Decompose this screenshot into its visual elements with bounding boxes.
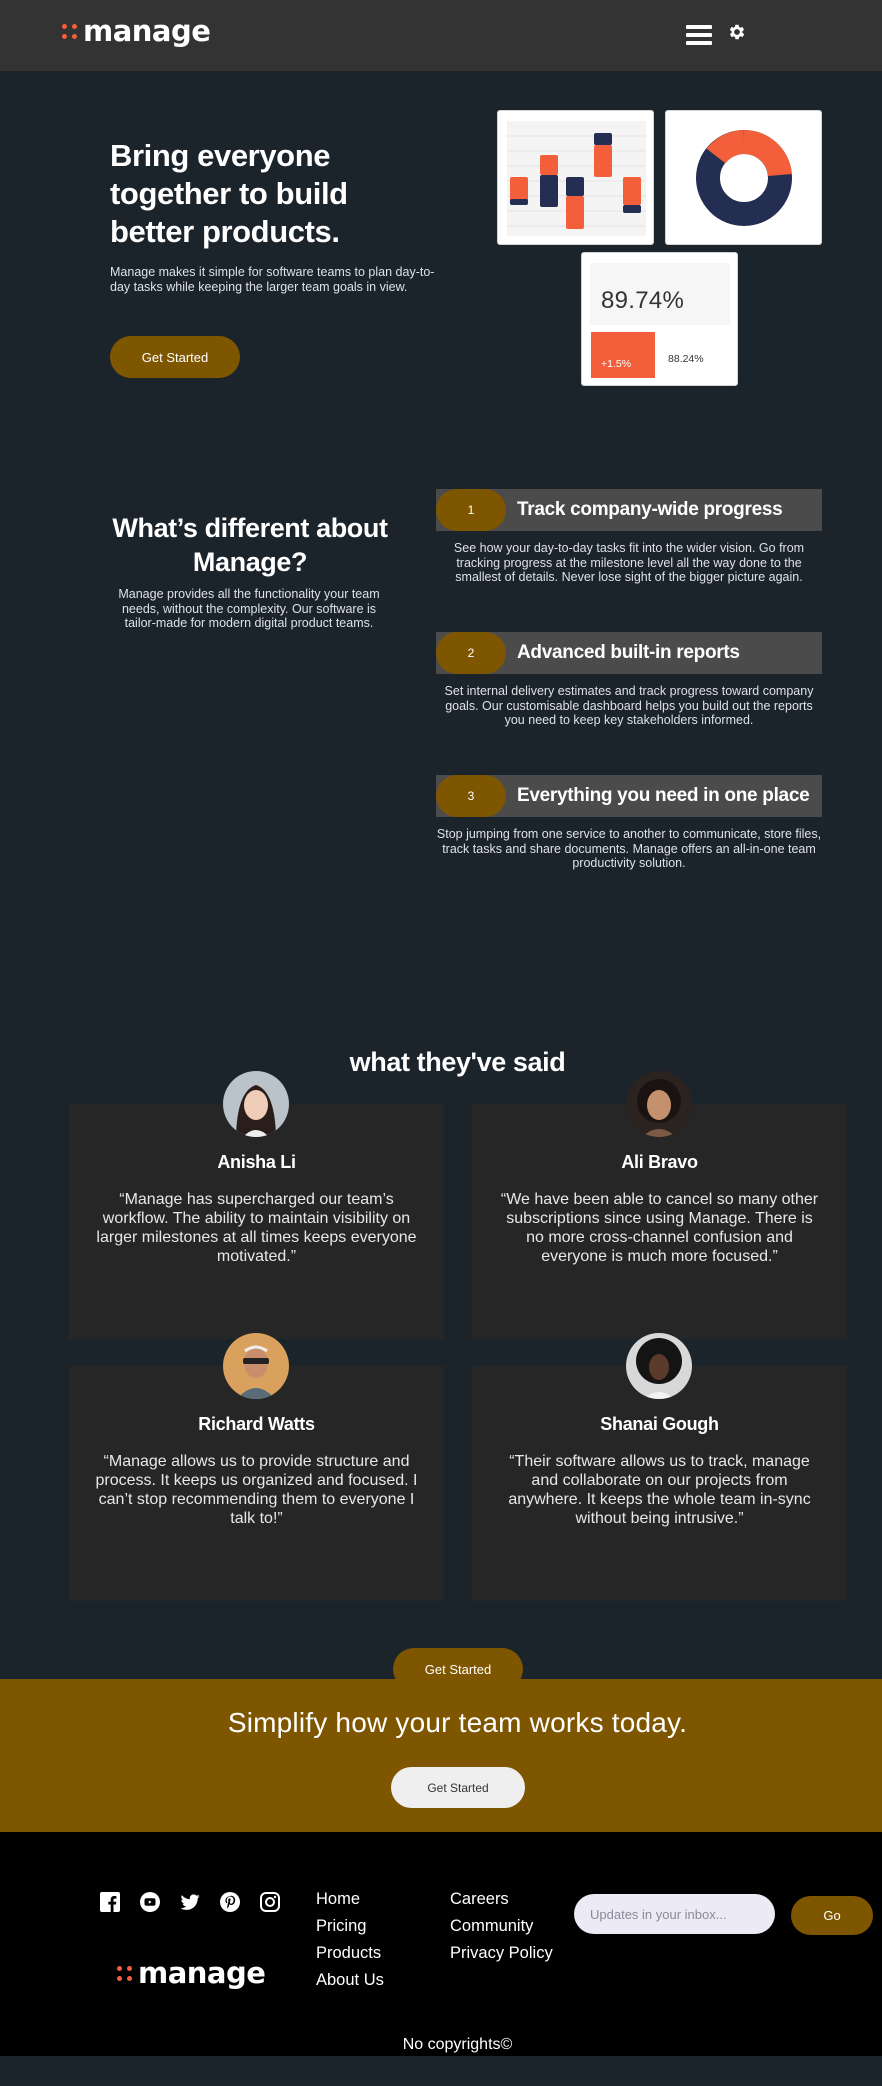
- hero-title: Bring everyone together to build better …: [110, 138, 348, 249]
- social-links: [100, 1892, 280, 1912]
- feature-title: Advanced built-in reports: [517, 642, 740, 663]
- stat-card: 89.74% +1.5% 88.24%: [581, 252, 738, 386]
- cta-title: Simplify how your team works today.: [227, 1707, 688, 1738]
- copyright-text: No copyrights©: [402, 2036, 513, 2053]
- features-section: What’s different about Manage? Manage pr…: [0, 471, 882, 1011]
- bar-chart-graphic: [507, 121, 646, 236]
- testimonial-card: Richard Watts “Manage allows us to provi…: [69, 1366, 444, 1601]
- logo-dots-icon: [117, 1965, 132, 1981]
- features-title: What’s different about Manage?: [112, 513, 388, 577]
- testimonial-card: Shanai Gough “Their software allows us t…: [472, 1366, 847, 1601]
- hero-section: Bring everyone together to build better …: [0, 71, 882, 471]
- bar-chart-card: [497, 110, 654, 245]
- site-header: manage: [0, 0, 882, 71]
- stat-main-value: 89.74%: [601, 287, 685, 314]
- stat-secondary-value: 88.24%: [668, 353, 704, 365]
- pinterest-icon[interactable]: [220, 1892, 240, 1912]
- testimonials-section: what they've said Anisha Li “Manage has …: [0, 1011, 882, 1690]
- facebook-icon[interactable]: [100, 1892, 120, 1912]
- testimonial-card: Anisha Li “Manage has supercharged our t…: [69, 1104, 444, 1339]
- footer-logo-text: manage: [138, 1956, 266, 1990]
- testimonial-name: Anisha Li: [217, 1152, 296, 1172]
- cta-get-started-button[interactable]: Get Started: [391, 1767, 525, 1808]
- youtube-icon[interactable]: [140, 1892, 160, 1912]
- footer-links-primary: Home Pricing Products About Us: [316, 1890, 384, 1990]
- cta-band: Simplify how your team works today. Get …: [0, 1679, 882, 1832]
- features-description: Manage provides all the functionality yo…: [118, 587, 380, 630]
- testimonial-quote: “Manage has supercharged our team’s work…: [96, 1191, 417, 1265]
- logo[interactable]: manage: [62, 14, 211, 48]
- testimonials-title: what they've said: [349, 1047, 566, 1077]
- feature-title: Everything you need in one place: [517, 785, 810, 806]
- avatar: [626, 1071, 692, 1137]
- hero-description: Manage makes it simple for software team…: [110, 265, 435, 294]
- logo-text: manage: [83, 14, 211, 48]
- feature-description: See how your day-to-day tasks fit into t…: [453, 541, 805, 584]
- hero-get-started-button[interactable]: Get Started: [110, 336, 240, 378]
- logo-dots-icon: [62, 23, 77, 39]
- testimonial-card: Ali Bravo “We have been able to cancel s…: [472, 1104, 847, 1339]
- testimonial-quote: “We have been able to cancel so many oth…: [500, 1191, 819, 1265]
- footer-link-products[interactable]: Products: [316, 1944, 384, 1963]
- feature-item: 3 Everything you need in one place Stop …: [436, 775, 822, 871]
- feature-number: 3: [436, 775, 506, 817]
- testimonial-name: Richard Watts: [198, 1414, 315, 1434]
- footer-link-privacy-policy[interactable]: Privacy Policy: [450, 1944, 553, 1963]
- twitter-icon[interactable]: [180, 1892, 200, 1912]
- donut-chart-card: [665, 110, 822, 245]
- footer-link-about-us[interactable]: About Us: [316, 1971, 384, 1990]
- instagram-icon[interactable]: [260, 1892, 280, 1912]
- stat-change-badge: +1.5%: [591, 332, 655, 378]
- avatar: [223, 1071, 289, 1137]
- feature-title: Track company-wide progress: [517, 499, 783, 520]
- testimonial-name: Ali Bravo: [621, 1152, 698, 1172]
- site-footer: manage Home Pricing Products About Us Ca…: [0, 1832, 882, 2056]
- footer-links-secondary: Careers Community Privacy Policy: [450, 1890, 553, 1963]
- feature-description: Set internal delivery estimates and trac…: [444, 684, 814, 727]
- feature-header: 3 Everything you need in one place: [436, 775, 822, 817]
- avatar: [223, 1333, 289, 1399]
- footer-logo[interactable]: manage: [117, 1956, 266, 1990]
- footer-link-pricing[interactable]: Pricing: [316, 1917, 384, 1936]
- avatar: [626, 1333, 692, 1399]
- testimonial-name: Shanai Gough: [600, 1414, 719, 1434]
- feature-item: 1 Track company-wide progress See how yo…: [436, 489, 822, 585]
- footer-link-community[interactable]: Community: [450, 1917, 553, 1936]
- footer-link-home[interactable]: Home: [316, 1890, 384, 1909]
- gear-icon[interactable]: [727, 22, 747, 42]
- newsletter-email-input[interactable]: [574, 1894, 775, 1934]
- hamburger-menu-icon[interactable]: [686, 25, 712, 45]
- feature-item: 2 Advanced built-in reports Set internal…: [436, 632, 822, 728]
- testimonial-quote: “Manage allows us to provide structure a…: [95, 1453, 418, 1527]
- feature-header: 1 Track company-wide progress: [436, 489, 822, 531]
- feature-header: 2 Advanced built-in reports: [436, 632, 822, 674]
- feature-number: 1: [436, 489, 506, 531]
- feature-description: Stop jumping from one service to another…: [436, 827, 822, 870]
- newsletter-go-button[interactable]: Go: [791, 1896, 873, 1935]
- testimonial-quote: “Their software allows us to track, mana…: [508, 1453, 811, 1527]
- footer-link-careers[interactable]: Careers: [450, 1890, 553, 1909]
- donut-chart-graphic: [696, 129, 792, 226]
- feature-number: 2: [436, 632, 506, 674]
